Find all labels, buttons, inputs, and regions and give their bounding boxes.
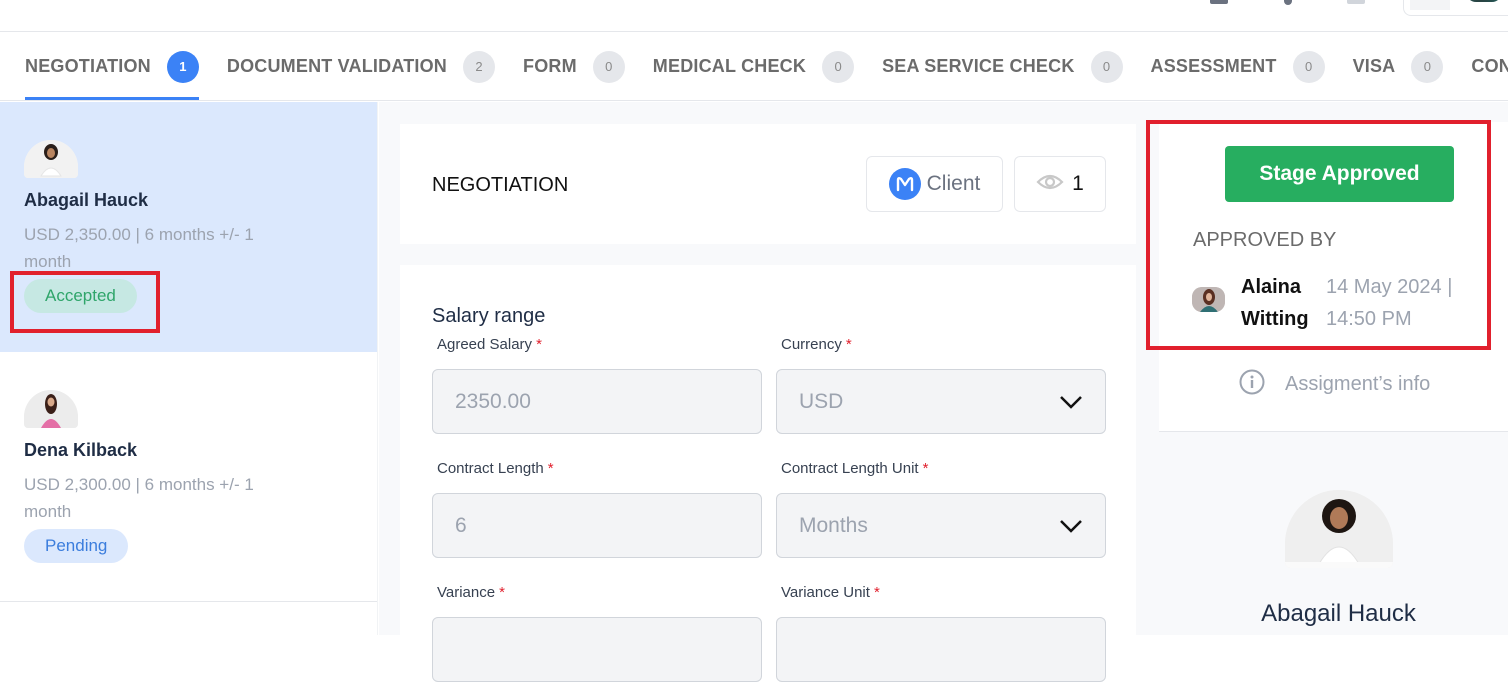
- agreed-salary-label: Agreed Salary *: [437, 336, 542, 353]
- tab-label: FORM: [523, 56, 577, 76]
- required-mark: *: [845, 336, 852, 353]
- candidate-offer-summary: USD 2,350.00 | 6 months +/- 1 month: [24, 225, 254, 271]
- tab-label: CONT: [1471, 56, 1508, 76]
- candidate-item[interactable]: Abagail Hauck USD 2,350.00 | 6 months +/…: [0, 102, 377, 352]
- tab-label: ASSESSMENT: [1150, 56, 1277, 76]
- user-profile-menu[interactable]: [1403, 0, 1508, 16]
- client-logo-icon: [888, 168, 921, 200]
- negotiation-form: Salary range Agreed Salary * 2350.00 Curr…: [400, 265, 1136, 682]
- stage-tabs: NEGOTIATION 1 DOCUMENT VALIDATION 2 FORM…: [0, 33, 1508, 101]
- tab-form[interactable]: FORM 0: [523, 33, 625, 100]
- variance-unit-label: Variance Unit *: [781, 584, 880, 601]
- required-mark: *: [873, 584, 880, 601]
- approval-timestamp: 14 May 2024 | 14:50 PM: [1326, 276, 1453, 330]
- tab-count-badge: 1: [166, 50, 199, 83]
- agreed-salary-input[interactable]: 2350.00: [432, 369, 762, 434]
- approval-sidebar: Stage Approved APPROVED BY Alaina Wittin…: [1159, 102, 1508, 635]
- variance-unit-select[interactable]: [776, 617, 1106, 682]
- client-button[interactable]: Client: [866, 156, 1003, 212]
- tab-document-validation[interactable]: DOCUMENT VALIDATION 2: [226, 33, 495, 100]
- label-text: Variance Unit: [781, 584, 870, 601]
- stage-content: NEGOTIATION Client 1 Salary range Agreed…: [379, 102, 1159, 682]
- label-text: Variance: [437, 584, 496, 601]
- chevron-down-icon: [1060, 520, 1082, 533]
- tab-negotiation[interactable]: NEGOTIATION 1: [25, 33, 199, 100]
- contract-length-label: Contract Length *: [437, 460, 554, 477]
- contract-length-unit-select[interactable]: Months: [776, 493, 1106, 558]
- status-badge: Pending: [24, 529, 129, 563]
- chevron-down-icon: [1060, 396, 1082, 409]
- assignment-info-link[interactable]: Assigment’s info: [1239, 369, 1430, 400]
- field-value: 2350.00: [455, 389, 531, 413]
- label-text: Agreed Salary: [437, 336, 533, 353]
- notification-icon[interactable]: [1284, 0, 1292, 5]
- tab-label: VISA: [1352, 56, 1396, 76]
- tab-contract[interactable]: CONT: [1471, 33, 1508, 100]
- candidate-offer-summary: USD 2,300.00 | 6 months +/- 1 month: [24, 475, 254, 521]
- stage-header-card: NEGOTIATION Client 1: [400, 124, 1136, 244]
- tab-label: MEDICAL CHECK: [652, 56, 807, 76]
- contract-length-unit-label: Contract Length Unit *: [781, 460, 928, 477]
- tab-label: DOCUMENT VALIDATION: [226, 56, 447, 76]
- viewers-button[interactable]: 1: [1014, 156, 1106, 212]
- tab-count-badge: 0: [822, 50, 855, 83]
- tab-medical-check[interactable]: MEDICAL CHECK 0: [652, 33, 855, 100]
- status-badge: Accepted: [24, 279, 137, 313]
- calendar-icon[interactable]: [1210, 0, 1228, 4]
- tab-visa[interactable]: VISA 0: [1352, 33, 1444, 100]
- candidate-name: Abagail Hauck: [24, 190, 149, 210]
- required-mark: *: [547, 460, 554, 477]
- label-text: Contract Length: [437, 460, 544, 477]
- approval-panel: Stage Approved APPROVED BY Alaina Wittin…: [1159, 122, 1508, 432]
- tab-count-badge: 2: [463, 50, 495, 83]
- tab-sea-service-check[interactable]: SEA SERVICE CHECK 0: [882, 33, 1123, 100]
- candidate-profile-name: Abagail Hauck: [1261, 600, 1416, 627]
- currency-select[interactable]: USD: [776, 369, 1106, 434]
- tab-label: NEGOTIATION: [25, 56, 151, 76]
- candidate-avatar: [24, 390, 78, 428]
- approver-name: Alaina Witting: [1241, 276, 1309, 330]
- label-text: Currency: [781, 336, 842, 353]
- tab-label: SEA SERVICE CHECK: [882, 56, 1075, 76]
- tab-count-badge: 0: [1411, 50, 1444, 83]
- candidate-item[interactable]: Dena Kilback USD 2,300.00 | 6 months +/-…: [0, 352, 377, 602]
- field-value: USD: [799, 389, 844, 413]
- tab-count-badge: 0: [1292, 50, 1325, 83]
- info-icon: [1239, 369, 1265, 400]
- required-mark: *: [499, 584, 505, 601]
- required-mark: *: [536, 336, 542, 353]
- tab-count-badge: 0: [592, 50, 625, 83]
- eye-icon: [1036, 172, 1064, 197]
- stage-approved-button[interactable]: Stage Approved: [1225, 146, 1454, 202]
- candidate-list: Abagail Hauck USD 2,350.00 | 6 months +/…: [0, 102, 378, 635]
- contract-length-input[interactable]: 6: [432, 493, 762, 558]
- currency-label: Currency *: [781, 336, 852, 353]
- user-avatar: [1466, 0, 1502, 2]
- approved-by-label: APPROVED BY: [1193, 229, 1337, 251]
- candidate-name: Dena Kilback: [24, 440, 138, 460]
- menu-icon[interactable]: [1347, 0, 1365, 4]
- label-text: Contract Length Unit: [781, 460, 919, 477]
- stage-title: NEGOTIATION: [432, 174, 569, 196]
- tab-assessment[interactable]: ASSESSMENT 0: [1150, 33, 1325, 100]
- top-bar: [0, 0, 1508, 32]
- section-title: Salary range: [432, 305, 546, 327]
- approver-avatar: [1192, 287, 1225, 312]
- candidate-profile-avatar: [1285, 490, 1393, 568]
- candidate-avatar: [24, 140, 78, 178]
- field-value: Months: [799, 513, 868, 537]
- user-logo: [1410, 0, 1450, 10]
- assignment-info-label: Assigment’s info: [1285, 373, 1431, 395]
- field-value: 6: [455, 513, 467, 537]
- required-mark: *: [922, 460, 929, 477]
- tab-count-badge: 0: [1090, 50, 1123, 83]
- variance-input[interactable]: [432, 617, 762, 682]
- variance-label: Variance *: [437, 584, 505, 601]
- client-label: Client: [926, 172, 981, 195]
- viewers-count: 1: [1072, 172, 1084, 195]
